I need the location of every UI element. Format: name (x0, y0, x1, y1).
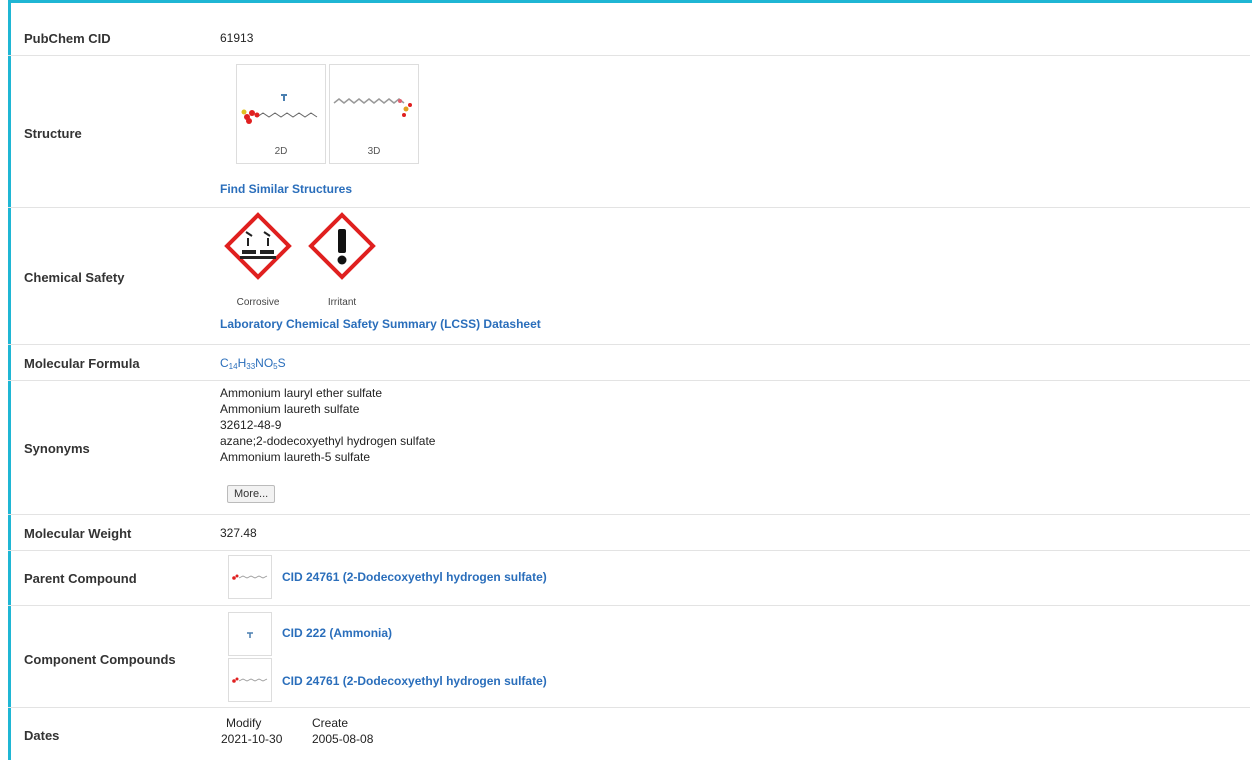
list-item: azane;2-dodecoxyethyl hydrogen sulfate (220, 434, 436, 448)
row-label: PubChem CID (24, 31, 111, 46)
pictogram-caption: Corrosive (236, 297, 280, 308)
structure-3d-icon (333, 98, 412, 117)
list-item: Ammonium lauryl ether sulfate (220, 386, 383, 400)
row-molecular-weight: Molecular Weight 327.48 (8, 515, 1250, 551)
row-synonyms: Synonyms Ammonium lauryl ether sulfate A… (8, 381, 1250, 515)
find-similar-structures-link[interactable]: Find Similar Structures (220, 182, 352, 196)
row-structure: Structure 2D 3D Find Similar Structures (8, 56, 1250, 208)
row-label: Molecular Weight (24, 526, 132, 541)
row-label: Component Compounds (24, 652, 176, 667)
corrosive-pictogram[interactable]: Corrosive (224, 212, 292, 308)
formula-element: S (277, 356, 286, 370)
row-molecular-formula: Molecular Formula C14H33NO5S (8, 345, 1250, 381)
formula-element: NO (255, 356, 274, 370)
row-dates: Dates Modify Create 2021-10-30 2005-08-0… (8, 708, 1250, 760)
row-chemical-safety: Chemical Safety Corrosive Irritant Labor… (8, 208, 1250, 345)
ammonia-molecule-icon (247, 632, 253, 638)
component-compound-link[interactable]: CID 24761 (2-Dodecoxyethyl hydrogen sulf… (282, 674, 547, 688)
row-label: Molecular Formula (24, 356, 140, 371)
molecule-icon (232, 677, 268, 683)
molecular-weight-value: 327.48 (220, 526, 257, 540)
component-thumbnail-sulfate[interactable] (228, 658, 272, 702)
cid-value: 61913 (220, 31, 254, 45)
parent-compound-link[interactable]: CID 24761 (2-Dodecoxyethyl hydrogen sulf… (282, 570, 547, 584)
thumb-caption: 3D (367, 146, 381, 157)
structure-2d-icon (241, 94, 318, 124)
modify-date: 2021-10-30 (221, 732, 283, 746)
corrosive-icon (224, 212, 292, 280)
row-component-compounds: Component Compounds CID 222 (Ammonia) CI… (8, 606, 1250, 708)
molecular-formula-link[interactable]: C14H33NO5S (220, 356, 286, 371)
formula-element: C (220, 356, 229, 370)
synonym-list: Ammonium lauryl ether sulfate Ammonium l… (220, 385, 435, 465)
formula-element: H (237, 356, 247, 370)
lcss-datasheet-link[interactable]: Laboratory Chemical Safety Summary (LCSS… (220, 317, 541, 331)
row-parent-compound: Parent Compound CID 24761 (2-Dodecoxyeth… (8, 551, 1250, 606)
structure-3d-thumbnail[interactable]: 3D (329, 64, 419, 164)
exclamation-icon (308, 212, 376, 280)
row-pubchem-cid: PubChem CID 61913 (8, 3, 1250, 56)
row-label: Chemical Safety (24, 270, 125, 285)
pictogram-caption: Irritant (327, 297, 357, 308)
list-item: Ammonium laureth-5 sulfate (220, 450, 371, 464)
create-label: Create (312, 716, 349, 730)
more-synonyms-button[interactable]: More... (227, 485, 276, 503)
structure-2d-thumbnail[interactable]: 2D (236, 64, 326, 164)
parent-compound-thumbnail[interactable] (228, 555, 272, 599)
create-date: 2005-08-08 (312, 732, 374, 746)
formula-subscript: 14 (228, 362, 238, 371)
formula-subscript: 33 (246, 362, 256, 371)
component-compound-link[interactable]: CID 222 (Ammonia) (282, 626, 392, 640)
row-label: Dates (24, 728, 60, 743)
irritant-pictogram[interactable]: Irritant (308, 212, 376, 308)
molecule-icon (232, 574, 268, 580)
component-thumbnail-ammonia[interactable] (228, 612, 272, 656)
list-item: 32612-48-9 (220, 418, 282, 432)
modify-label: Modify (226, 716, 262, 730)
thumb-caption: 2D (274, 146, 288, 157)
row-label: Structure (24, 126, 82, 141)
list-item: Ammonium laureth sulfate (220, 402, 360, 416)
row-label: Parent Compound (24, 571, 137, 586)
row-label: Synonyms (24, 441, 90, 456)
